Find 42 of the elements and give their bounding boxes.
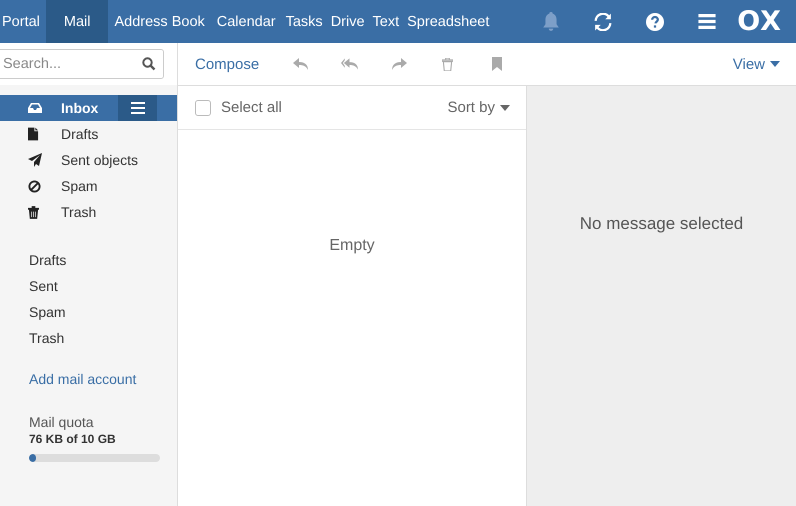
caret-icon: [500, 104, 510, 110]
folder-item[interactable]: Trash: [0, 199, 177, 225]
app-tab[interactable]: Tasks: [282, 0, 327, 43]
quota-label: Mail quota: [29, 414, 94, 430]
folder-item[interactable]: Spam: [29, 299, 177, 325]
logo: OX: [736, 6, 783, 37]
quota-reading: 76 KB of 10 GB: [29, 432, 116, 446]
folder-item[interactable]: Trash: [29, 325, 177, 351]
search-field[interactable]: Search...: [0, 49, 164, 79]
select-all-checkbox[interactable]: [195, 100, 211, 116]
file-icon: [28, 127, 39, 141]
app-tab[interactable]: Address Book: [108, 0, 211, 43]
folder-item[interactable]: Drafts: [0, 121, 177, 147]
ban-icon: [28, 180, 41, 192]
bell-icon[interactable]: [542, 12, 560, 32]
menu-icon[interactable]: [698, 14, 716, 29]
search-icon[interactable]: [142, 57, 156, 71]
app-tab[interactable]: Mail: [46, 0, 108, 43]
menu-icon[interactable]: [130, 102, 144, 114]
add-account-link[interactable]: Add mail account: [29, 371, 136, 387]
paper-plane-icon: [28, 153, 42, 167]
app-tab[interactable]: Calendar: [210, 0, 282, 43]
select-all-label[interactable]: Select all: [221, 99, 282, 116]
compose-button[interactable]: Compose: [178, 56, 276, 72]
app-tab[interactable]: Spreadsheet: [403, 0, 494, 43]
folder-item[interactable]: Sent: [29, 273, 177, 299]
refresh-icon[interactable]: [594, 12, 612, 30]
sort-dropdown[interactable]: Sort by: [447, 99, 510, 116]
folder-item[interactable]: Inbox: [0, 95, 177, 121]
no-selection-message: No message selected: [580, 214, 744, 234]
inbox-icon: [28, 102, 42, 114]
empty-message: Empty: [329, 236, 375, 254]
app-tab[interactable]: Drive: [326, 0, 369, 43]
caret-icon: [770, 61, 780, 67]
view-dropdown[interactable]: View: [732, 56, 780, 72]
app-tab[interactable]: Portal: [0, 0, 46, 43]
trash-icon: [28, 206, 39, 218]
help-icon[interactable]: [646, 12, 664, 30]
folder-item[interactable]: Sent objects: [0, 147, 177, 173]
app-tab[interactable]: Text: [368, 0, 404, 43]
folder-item[interactable]: Spam: [0, 173, 177, 199]
folder-item[interactable]: Drafts: [29, 247, 177, 273]
